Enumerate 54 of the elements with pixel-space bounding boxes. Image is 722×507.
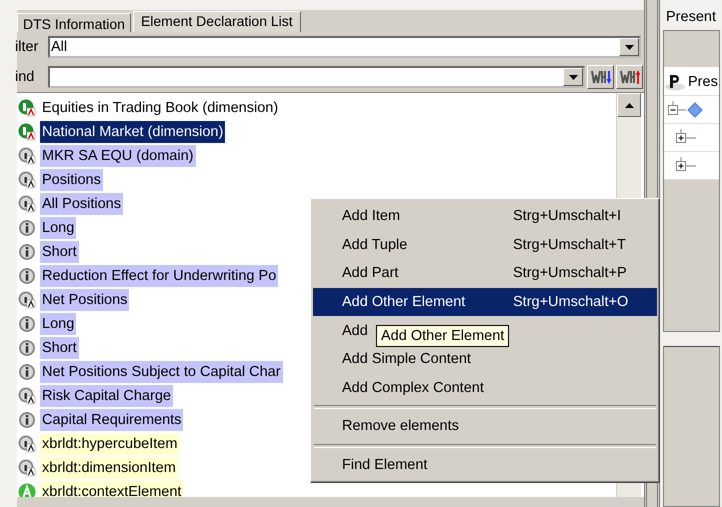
tree-node[interactable]: Pres bbox=[688, 74, 718, 90]
info-icon bbox=[18, 267, 36, 285]
element-item[interactable]: Short bbox=[40, 241, 79, 263]
dropdown-button[interactable] bbox=[619, 38, 639, 56]
presentation-icon bbox=[664, 72, 686, 90]
sort-down-button[interactable] bbox=[587, 65, 614, 89]
menu-item[interactable]: Remove elements bbox=[342, 418, 459, 434]
dropdown-button[interactable] bbox=[563, 68, 583, 86]
menu-item[interactable]: Add Other Element Strg+Umschalt+O bbox=[313, 288, 657, 316]
tooltip: Add Other Element bbox=[376, 325, 510, 347]
element-item[interactable]: Reduction Effect for Underwriting Po bbox=[40, 265, 278, 287]
caret-icon bbox=[568, 74, 578, 80]
menu-item[interactable]: Add Item bbox=[342, 208, 400, 224]
filter-label: ilter bbox=[15, 39, 40, 55]
menu-item[interactable]: Add Tuple bbox=[342, 236, 408, 253]
menu-item[interactable]: Find Element bbox=[342, 457, 428, 474]
filter-dropdown[interactable]: All bbox=[48, 36, 641, 58]
element-item[interactable]: Risk Capital Charge bbox=[40, 385, 173, 407]
menu-item[interactable]: Add Complex Content bbox=[342, 380, 484, 396]
tab[interactable]: Element Declaration List bbox=[132, 11, 301, 32]
find-label: ind bbox=[15, 69, 36, 85]
find-field[interactable] bbox=[48, 66, 585, 88]
element-item[interactable]: Capital Requirements bbox=[40, 409, 184, 431]
menu-item[interactable]: Add Simple Content bbox=[342, 351, 471, 368]
element-item[interactable]: Short bbox=[40, 337, 79, 359]
tab[interactable]: Present bbox=[660, 9, 720, 30]
element-item[interactable]: Equities in Trading Book (dimension) bbox=[40, 97, 280, 119]
element-item[interactable]: MKR SA EQU (domain) bbox=[40, 145, 196, 167]
element-item[interactable]: xbrldt:dimensionItem bbox=[40, 457, 178, 479]
menu-item[interactable]: Add Part bbox=[342, 265, 398, 282]
sort-up-button[interactable] bbox=[616, 65, 643, 89]
element-item[interactable]: xbrldt:hypercubeItem bbox=[40, 433, 180, 455]
element-item[interactable]: Net Positions bbox=[40, 289, 130, 311]
element-item[interactable]: Long bbox=[40, 217, 76, 239]
shortcut-label: Strg+Umschalt+P bbox=[513, 265, 627, 282]
scroll-up-button[interactable] bbox=[617, 93, 641, 117]
menu-item[interactable]: Add bbox=[342, 322, 368, 339]
info-icon bbox=[18, 219, 36, 237]
info-icon bbox=[18, 339, 36, 357]
info-icon bbox=[18, 315, 36, 333]
caret-icon bbox=[624, 44, 634, 50]
element-item[interactable]: Long bbox=[40, 313, 76, 335]
info-icon bbox=[18, 363, 36, 381]
element-item[interactable]: Net Positions Subject to Capital Char bbox=[40, 361, 283, 383]
element-item[interactable]: xbrldt:contextElement bbox=[40, 481, 184, 497]
info-icon bbox=[18, 243, 36, 261]
shortcut-label: Strg+Umschalt+I bbox=[513, 208, 621, 224]
tab[interactable]: DTS Information bbox=[17, 13, 131, 32]
element-item[interactable]: All Positions bbox=[40, 193, 123, 215]
info-icon bbox=[18, 411, 36, 429]
caret-icon bbox=[624, 102, 634, 108]
element-item[interactable]: National Market (dimension) bbox=[40, 121, 226, 143]
element-item[interactable]: Positions bbox=[40, 169, 103, 191]
shortcut-label: Strg+Umschalt+T bbox=[513, 236, 626, 253]
